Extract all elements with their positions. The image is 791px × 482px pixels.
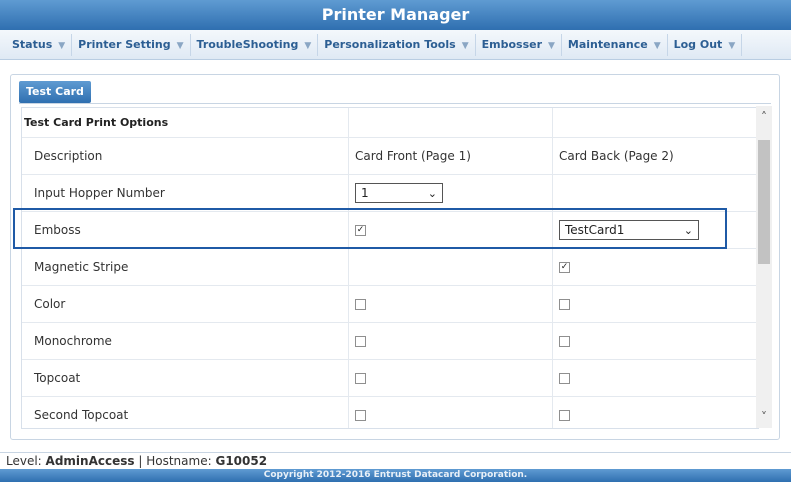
tab-divider [19,103,771,104]
nav-status[interactable]: Status ▼ [6,33,73,56]
column-header-description: Description [22,138,349,174]
hostname-label: Hostname: [146,454,212,468]
row-label-input-hopper: Input Hopper Number [22,175,349,211]
topcoat-front-checkbox[interactable] [355,372,366,384]
topcoat-back-checkbox[interactable] [559,372,570,384]
nav-troubleshooting[interactable]: TroubleShooting ▼ [191,33,319,56]
chevron-down-icon: ▼ [548,40,555,51]
row-label-magnetic-stripe: Magnetic Stripe [22,249,349,285]
chevron-down-icon: ▼ [461,40,469,51]
nav-status-label: Status [12,37,53,51]
scroll-down-icon[interactable]: ˅ [756,406,772,428]
level-label: Level: [6,454,42,468]
table-header-row: Description Card Front (Page 1) Card Bac… [22,138,758,175]
test-card-panel: Test Card Test Card Print Options Descri… [10,74,780,440]
nav-embosser[interactable]: Embosser ▼ [476,33,562,56]
emboss-back-select[interactable]: TestCard1 ⌄ [559,220,699,240]
row-label-emboss: Emboss [22,212,349,248]
color-back-checkbox[interactable] [559,298,570,310]
nav-embosser-label: Embosser [481,37,542,51]
app-title: Printer Manager [0,0,791,30]
table-row: Input Hopper Number 1 ⌄ [22,175,758,212]
copyright-footer: Copyright 2012-2016 Entrust Datacard Cor… [0,469,791,482]
chevron-down-icon: ⌄ [427,186,437,200]
hostname-value: G10052 [215,454,268,468]
emboss-back-value: TestCard1 [565,223,625,237]
tab-test-card[interactable]: Test Card [19,81,91,103]
input-hopper-value: 1 [361,186,369,200]
options-table: Test Card Print Options Description Card… [21,107,759,429]
nav-maintenance[interactable]: Maintenance ▼ [562,33,668,56]
row-label-topcoat: Topcoat [22,360,349,396]
column-header-front: Card Front (Page 1) [349,138,553,174]
chevron-down-icon: ▼ [728,40,736,51]
level-value: AdminAccess [45,454,135,468]
vertical-scrollbar[interactable]: ˄ ˅ [756,106,772,428]
table-row: Monochrome [22,323,758,360]
chevron-down-icon: ▼ [58,40,66,51]
table-row: Magnetic Stripe ✓ [22,249,758,286]
scroll-thumb[interactable] [758,140,770,264]
nav-printer-setting[interactable]: Printer Setting ▼ [72,33,191,56]
scroll-up-icon[interactable]: ˄ [756,106,772,128]
row-label-second-topcoat: Second Topcoat [22,397,349,428]
row-label-color: Color [22,286,349,322]
nav-personalization-tools[interactable]: Personalization Tools ▼ [318,33,476,56]
table-row: Topcoat [22,360,758,397]
magnetic-stripe-back-checkbox[interactable]: ✓ [559,261,570,273]
column-header-back: Card Back (Page 2) [559,149,674,163]
section-title: Test Card Print Options [22,108,349,137]
nav-log-out[interactable]: Log Out ▼ [668,33,743,56]
table-row: Color [22,286,758,323]
nav-personalization-tools-label: Personalization Tools [324,37,456,51]
monochrome-front-checkbox[interactable] [355,335,366,347]
status-bar: Level: AdminAccess | Hostname: G10052 [0,452,791,469]
second-topcoat-back-checkbox[interactable] [559,409,570,421]
second-topcoat-front-checkbox[interactable] [355,409,366,421]
main-nav: Status ▼ Printer Setting ▼ TroubleShooting… [0,30,791,60]
color-front-checkbox[interactable] [355,298,366,310]
nav-log-out-label: Log Out [673,37,723,51]
chevron-down-icon: ⌄ [683,223,693,237]
emboss-front-checkbox[interactable]: ✓ [355,224,366,236]
row-label-monochrome: Monochrome [22,323,349,359]
input-hopper-select[interactable]: 1 ⌄ [355,183,443,203]
chevron-down-icon: ▼ [304,40,312,51]
nav-troubleshooting-label: TroubleShooting [196,37,299,51]
status-separator: | [138,454,143,468]
table-row: Emboss ✓ TestCard1 ⌄ [22,212,758,249]
chevron-down-icon: ▼ [176,40,184,51]
nav-printer-setting-label: Printer Setting [78,37,171,51]
monochrome-back-checkbox[interactable] [559,335,570,347]
chevron-down-icon: ▼ [653,40,661,51]
table-row: Second Topcoat [22,397,758,428]
table-section-header: Test Card Print Options [22,108,758,138]
nav-maintenance-label: Maintenance [567,37,648,51]
